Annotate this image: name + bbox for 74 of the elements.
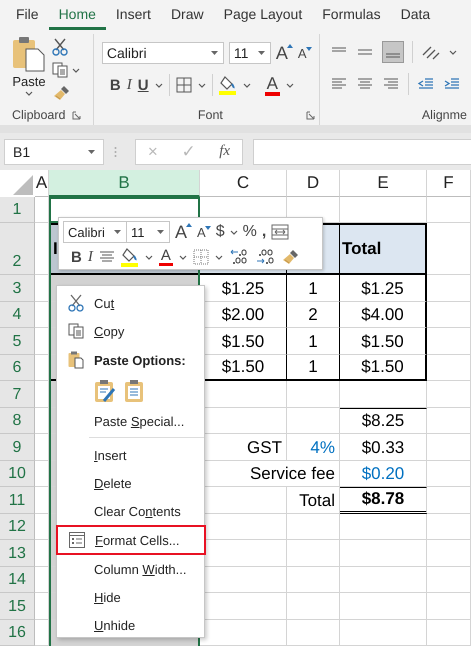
column-header[interactable]: F xyxy=(427,170,471,197)
row-header[interactable]: 3 xyxy=(0,275,35,302)
comma-style-button[interactable]: , xyxy=(262,224,266,240)
underline-button[interactable]: U xyxy=(138,78,149,92)
font-name-dropdown[interactable]: Calibri xyxy=(102,42,224,64)
ribbon-tab[interactable]: Formulas xyxy=(312,0,391,30)
row-header[interactable]: 1 xyxy=(0,197,35,223)
row-header[interactable]: 14 xyxy=(0,566,35,593)
row-header[interactable]: 16 xyxy=(0,620,35,646)
table-cell: $8.25 xyxy=(340,408,427,434)
name-box[interactable]: B1 xyxy=(4,138,104,164)
table-cell: $8.78 xyxy=(340,487,427,514)
ribbon-tab[interactable]: Draw xyxy=(160,0,214,30)
table-cell: $0.20 xyxy=(340,460,427,487)
column-header[interactable]: C xyxy=(200,170,287,197)
percent-button[interactable]: % xyxy=(242,224,257,240)
ribbon-tab[interactable]: Page Layout xyxy=(214,0,312,30)
column-header[interactable]: A xyxy=(35,170,49,197)
table-cell: Total xyxy=(340,223,427,275)
row-header[interactable]: 6 xyxy=(0,354,35,381)
row-header[interactable]: 4 xyxy=(0,302,35,328)
table-cell: $0.33 xyxy=(340,434,427,460)
grow-font-button[interactable]: A xyxy=(175,223,192,241)
group-label: Clipboard xyxy=(12,108,66,122)
table-cell: $1.50 xyxy=(340,354,427,381)
currency-button[interactable]: $ xyxy=(216,224,225,240)
table-cell: Total xyxy=(287,487,340,514)
table-cell: 1 xyxy=(287,275,340,302)
row-header[interactable]: 13 xyxy=(0,540,35,566)
bold-button[interactable]: B xyxy=(110,78,121,92)
shrink-font-button[interactable]: A xyxy=(298,46,312,60)
menu-item[interactable]: Clear Contents xyxy=(57,497,204,525)
font-size-dropdown[interactable]: 11 xyxy=(228,42,271,64)
menu-item[interactable]: Unhide xyxy=(57,611,204,639)
ribbon-tab[interactable]: File xyxy=(8,0,49,30)
font-name-dropdown[interactable]: Calibri xyxy=(63,221,127,243)
column-header[interactable]: E xyxy=(340,170,427,197)
italic-button[interactable]: I xyxy=(88,250,93,264)
shrink-font-button[interactable]: A xyxy=(197,226,211,238)
group-label: Alignme xyxy=(422,108,467,122)
grow-font-button[interactable]: A xyxy=(276,44,293,62)
menu-item[interactable]: Paste Special... xyxy=(57,407,204,435)
bold-button[interactable]: B xyxy=(71,250,82,264)
row-header[interactable]: 8 xyxy=(0,408,35,434)
row-header[interactable]: 5 xyxy=(0,328,35,354)
menu-heading: Paste Options: xyxy=(94,352,186,368)
italic-button[interactable]: I xyxy=(126,78,132,92)
insert-function-button[interactable]: fx xyxy=(219,143,230,160)
row-header[interactable]: 12 xyxy=(0,514,35,540)
ribbon-tab[interactable]: Insert xyxy=(106,0,161,30)
table-cell: $1.25 xyxy=(340,275,427,302)
menu-item[interactable]: Column Width... xyxy=(57,555,204,583)
table-cell: 1 xyxy=(287,354,340,381)
font-color-button[interactable]: A xyxy=(264,74,280,96)
row-header[interactable]: 11 xyxy=(0,487,35,514)
row-header[interactable]: 10 xyxy=(0,460,35,487)
column-header[interactable]: B xyxy=(49,170,200,197)
menu-item[interactable]: Format Cells... xyxy=(56,525,206,555)
row-header[interactable]: 15 xyxy=(0,593,35,620)
table-cell: 2 xyxy=(287,302,340,328)
table-cell: 4% xyxy=(287,434,340,460)
column-header[interactable]: D xyxy=(287,170,340,197)
row-header[interactable]: 2 xyxy=(0,223,35,275)
table-cell: $1.50 xyxy=(340,328,427,354)
menu-item[interactable]: Hide xyxy=(57,583,204,611)
table-cell: 1 xyxy=(287,328,340,354)
font-size-dropdown[interactable]: 11 xyxy=(126,221,170,243)
paste-button[interactable]: Paste xyxy=(12,36,46,105)
table-cell: $4.00 xyxy=(340,302,427,328)
font-color-button[interactable]: A xyxy=(158,248,173,266)
ribbon-tab[interactable]: Data xyxy=(390,0,440,30)
group-label: Font xyxy=(198,108,223,122)
row-header[interactable]: 9 xyxy=(0,434,35,460)
row-header[interactable]: 7 xyxy=(0,381,35,408)
